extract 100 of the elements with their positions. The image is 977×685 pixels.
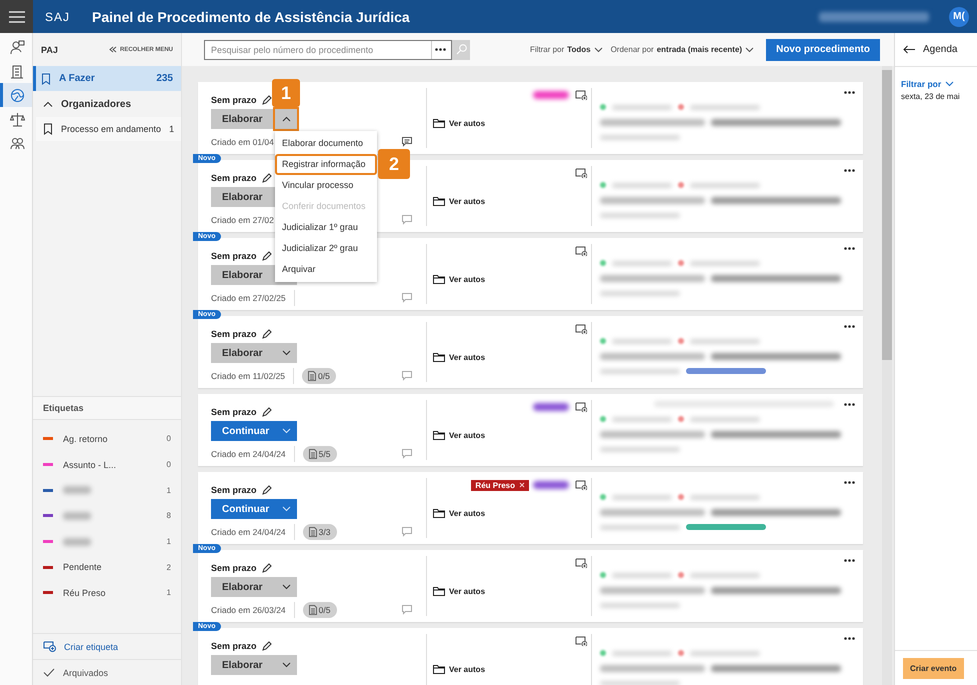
section-title: PAJ [41, 44, 58, 54]
redacted-text [600, 572, 606, 578]
pencil-icon[interactable] [262, 562, 272, 572]
caret-icon [594, 46, 603, 52]
action-button[interactable]: Elaborar [211, 655, 275, 675]
view-records-link[interactable]: Ver autos [433, 586, 587, 596]
redacted-text [690, 338, 760, 344]
tag-item[interactable]: Pendente 2 [33, 554, 181, 580]
caret-button[interactable] [275, 109, 297, 129]
caret-button[interactable] [275, 655, 297, 675]
tag-add-icon[interactable] [575, 90, 587, 100]
user-avatar[interactable]: M( [949, 6, 969, 26]
redacted-text [678, 494, 684, 500]
document-icon [308, 527, 317, 537]
action-button[interactable]: Continuar [211, 421, 275, 441]
deadline-label: Sem prazo [211, 562, 257, 572]
search-icon [456, 44, 466, 55]
bookmark-icon [41, 72, 51, 84]
pencil-icon[interactable] [262, 328, 272, 338]
menu-item[interactable]: Judicializar 2º grau [275, 238, 377, 259]
tag-item[interactable]: 8 [33, 503, 181, 529]
scrollbar[interactable] [882, 66, 892, 685]
action-button[interactable]: Elaborar [211, 577, 275, 597]
app-logo: SAJ [45, 10, 70, 24]
tag-add-icon[interactable] [575, 480, 587, 490]
tag-item[interactable]: Réu Preso 1 [33, 580, 181, 606]
menu-item[interactable]: Registrar informação [275, 154, 377, 175]
filter-dropdown[interactable]: Filtrar por Todos [530, 45, 603, 54]
tag-add-icon[interactable] [575, 168, 587, 178]
close-icon[interactable] [519, 482, 525, 488]
tag-item[interactable]: 1 [33, 528, 181, 554]
folder-icon [433, 430, 445, 440]
view-records-link[interactable]: Ver autos [433, 430, 587, 440]
tag-add-icon[interactable] [575, 402, 587, 412]
document-icon [308, 605, 317, 615]
sidebar-item[interactable]: Processo em andamento 1 [36, 117, 181, 141]
ellipsis-icon[interactable] [844, 168, 856, 172]
redacted-text [612, 182, 672, 188]
ellipsis-icon[interactable] [844, 324, 856, 328]
ellipsis-icon[interactable] [844, 636, 856, 640]
redacted-text [612, 260, 672, 266]
menu-button[interactable] [0, 0, 33, 33]
create-tag-link[interactable]: Criar etiqueta [33, 633, 181, 659]
create-event-button[interactable]: Criar evento [903, 658, 964, 678]
action-button[interactable]: Elaborar [211, 343, 275, 363]
caret-button[interactable] [275, 577, 297, 597]
ellipsis-icon[interactable] [844, 480, 856, 484]
tag-add-icon[interactable] [575, 246, 587, 256]
pencil-icon[interactable] [262, 250, 272, 260]
ellipsis-icon[interactable] [844, 90, 856, 94]
documents-count: 3/3 [302, 524, 336, 540]
tag-add-icon[interactable] [575, 558, 587, 568]
nav-button[interactable] [0, 83, 32, 107]
pencil-icon[interactable] [262, 406, 272, 416]
pencil-icon[interactable] [262, 172, 272, 182]
tag-item[interactable]: 1 [33, 477, 181, 504]
folder-icon [433, 118, 445, 128]
created-date: Criado em 27/02/25 [211, 290, 295, 306]
ellipsis-icon[interactable] [844, 402, 856, 406]
folder-icon [433, 352, 445, 362]
organizers-toggle[interactable]: Organizadores [33, 91, 181, 117]
action-button[interactable]: Continuar [211, 499, 275, 519]
caret-icon [745, 46, 754, 52]
redacted-text [678, 104, 684, 110]
tag-add-icon [43, 641, 56, 652]
pencil-icon[interactable] [262, 484, 272, 494]
comment-icon[interactable] [402, 137, 412, 147]
ellipsis-icon[interactable] [844, 558, 856, 562]
new-procedure-button[interactable]: Novo procedimento [766, 38, 880, 60]
tag-add-icon[interactable] [575, 324, 587, 334]
archived-link[interactable]: Arquivados [33, 659, 181, 685]
caret-button[interactable] [275, 343, 297, 363]
redacted-text [612, 416, 672, 422]
sidebar-item[interactable]: A Fazer 235 [33, 66, 181, 91]
ellipsis-icon[interactable] [844, 246, 856, 250]
back-arrow-icon[interactable] [903, 45, 915, 54]
caret-icon [282, 428, 290, 434]
caret-icon [282, 584, 290, 590]
view-records-link[interactable]: Ver autos [433, 118, 587, 128]
action-button[interactable]: Elaborar [211, 109, 275, 129]
tag-add-icon[interactable] [575, 636, 587, 646]
pencil-icon[interactable] [262, 94, 272, 104]
sort-dropdown[interactable]: Ordenar por entrada (mais recente) [610, 45, 754, 54]
view-records-link[interactable]: Ver autos [433, 664, 587, 674]
pencil-icon[interactable] [262, 640, 272, 650]
deadline-label: Sem prazo [211, 640, 257, 650]
tag-item[interactable]: Assunto - L... 0 [33, 452, 181, 478]
redacted-text [678, 416, 684, 422]
caret-button[interactable] [275, 421, 297, 441]
view-records-link[interactable]: Ver autos [433, 352, 587, 362]
view-records-link[interactable]: Ver autos [433, 508, 587, 518]
tag-item[interactable]: Ag. retorno 0 [33, 426, 181, 452]
filter-dropdown[interactable]: Filtrar por [901, 79, 954, 89]
scales-icon [10, 112, 25, 126]
documents-count: 0/5 [302, 602, 336, 618]
caret-icon [282, 662, 290, 668]
view-records-link[interactable]: Ver autos [433, 196, 587, 206]
caret-button[interactable] [275, 499, 297, 519]
view-records-link[interactable]: Ver autos [433, 274, 587, 284]
redacted-text [612, 650, 672, 656]
